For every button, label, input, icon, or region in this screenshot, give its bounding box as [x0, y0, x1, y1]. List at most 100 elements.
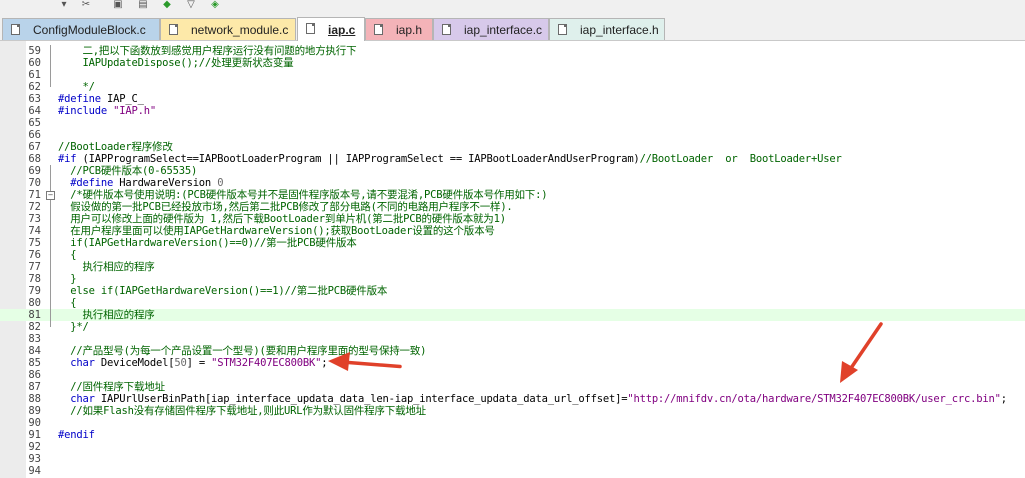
code-editor[interactable]: 59 二,把以下函数放到感觉用户程序运行没有问题的地方执行下 60 IAPUpda… [0, 41, 1025, 478]
code-line[interactable]: 81 执行相应的程序 [0, 309, 1025, 321]
line-number: 94 [28, 465, 41, 477]
code-line[interactable]: 70 #define HardwareVersion 0 [0, 177, 1025, 189]
code-line[interactable]: 92 [0, 441, 1025, 453]
code-line[interactable]: 80 { [0, 297, 1025, 309]
code-line[interactable]: 82 }*/ [0, 321, 1025, 333]
line-number: 84 [28, 345, 41, 357]
line-number: 77 [28, 261, 41, 273]
line-number: 88 [28, 393, 41, 405]
code-line[interactable]: 64 #include "IAP.h" [0, 105, 1025, 117]
code-text: 执行相应的程序 [58, 261, 154, 273]
line-number: 83 [28, 333, 41, 345]
code-line[interactable]: 67 //BootLoader程序修改 [0, 141, 1025, 153]
code-text: 用户可以修改上面的硬件版为 1,然后下载BootLoader到单片机(第二批PC… [58, 213, 506, 225]
line-number: 66 [28, 129, 41, 141]
line-number: 65 [28, 117, 41, 129]
code-line[interactable]: 93 [0, 453, 1025, 465]
filter-icon[interactable]: ▽ [185, 0, 197, 10]
code-line[interactable]: 63 #define IAP_C_ [0, 93, 1025, 105]
file-icon [169, 24, 178, 35]
tab-iap-c[interactable]: iap.c [297, 17, 365, 41]
code-token: #include [58, 105, 107, 117]
line-number: 74 [28, 225, 41, 237]
code-line[interactable]: 59 二,把以下函数放到感觉用户程序运行没有问题的地方执行下 [0, 45, 1025, 57]
code-line[interactable]: 71 /*硬件版本号使用说明:(PCB硬件版本号并不是固件程序版本号,请不要混淆… [0, 189, 1025, 201]
tab-label: ConfigModuleBlock.c [33, 23, 146, 37]
tab-label: iap_interface.c [464, 23, 543, 37]
line-number: 63 [28, 93, 41, 105]
code-line[interactable]: 68 #if (IAPProgramSelect==IAPBootLoaderPr… [0, 153, 1025, 165]
code-token: { [58, 297, 77, 309]
code-text: 执行相应的程序 [58, 309, 154, 321]
code-token: //固件程序下载地址 [58, 381, 165, 393]
code-text: //如果Flash没有存储固件程序下载地址,则此URL作为默认固件程序下载地址 [58, 405, 426, 417]
code-line[interactable]: 89 //如果Flash没有存储固件程序下载地址,则此URL作为默认固件程序下载… [0, 405, 1025, 417]
code-text: IAPUpdateDispose();//处理更新状态变量 [58, 57, 293, 69]
code-text: #define IAP_C_ [58, 93, 144, 105]
code-line[interactable]: 87 //固件程序下载地址 [0, 381, 1025, 393]
code-token: /*硬件版本号使用说明:(PCB硬件版本号并不是固件程序版本号,请不要混淆,PC… [58, 189, 548, 201]
dropdown-icon[interactable]: ▾ [58, 0, 70, 10]
code-token: IAPUrlUserBinPath[iap_interface_updata_d… [94, 393, 628, 405]
component-icon[interactable]: ◈ [209, 0, 221, 10]
fold-range [50, 45, 51, 87]
code-token: //产品型号(为每一个产品设置一个型号)(要和用户程序里面的型号保持一致) [58, 345, 427, 357]
code-text: #endif [58, 429, 95, 441]
tab-network-module-c[interactable]: network_module.c [160, 18, 296, 40]
code-text: /*硬件版本号使用说明:(PCB硬件版本号并不是固件程序版本号,请不要混淆,PC… [58, 189, 547, 201]
code-line[interactable]: 88 char IAPUrlUserBinPath[iap_interface_… [0, 393, 1025, 405]
code-line[interactable]: 69 //PCB硬件版本(0-65535) [0, 165, 1025, 177]
code-token: 0 [217, 177, 224, 189]
code-text: if(IAPGetHardwareVersion()==0)//第一批PCB硬件… [58, 237, 357, 249]
code-line[interactable]: 86 [0, 369, 1025, 381]
code-line[interactable]: 90 [0, 417, 1025, 429]
code-text: 在用户程序里面可以使用IAPGetHardwareVersion();获取Boo… [58, 225, 495, 237]
toolbar: ▾ ✂ ▣ ▤ ◆ ▽ ◈ [0, 0, 1025, 14]
code-line[interactable]: 61 [0, 69, 1025, 81]
tab-label: iap_interface.h [580, 23, 659, 37]
tab-iap-interface-c[interactable]: iap_interface.c [433, 18, 549, 40]
line-number: 87 [28, 381, 41, 393]
line-number: 68 [28, 153, 41, 165]
code-text: //BootLoader程序修改 [58, 141, 173, 153]
code-text: { [58, 297, 76, 309]
code-line[interactable]: 76 { [0, 249, 1025, 261]
tab-configmoduleblock-c[interactable]: ConfigModuleBlock.c [2, 18, 160, 40]
code-token: ; [1000, 393, 1007, 405]
code-token: if(IAPGetHardwareVersion()==0)//第一批PCB硬件… [58, 237, 357, 249]
line-number: 64 [28, 105, 41, 117]
diamond-download-icon[interactable]: ◆ [161, 0, 173, 10]
code-token: "STM32F407EC800BK" [211, 357, 322, 369]
code-line[interactable]: 65 [0, 117, 1025, 129]
tab-iap-interface-h[interactable]: iap_interface.h [549, 18, 665, 40]
window-icon[interactable]: ▣ [112, 0, 124, 10]
code-token: (IAPProgramSelect==IAPBootLoaderProgram … [76, 153, 640, 165]
code-text: char IAPUrlUserBinPath[iap_interface_upd… [58, 393, 1007, 405]
fold-toggle-icon[interactable]: − [46, 191, 55, 200]
code-line[interactable]: 60 IAPUpdateDispose();//处理更新状态变量 [0, 57, 1025, 69]
code-line[interactable]: 94 [0, 465, 1025, 477]
code-line[interactable]: 72 假设做的第一批PCB已经投放市场,然后第二批PCB修改了部分电路(不同的电… [0, 201, 1025, 213]
code-line[interactable]: 62 */ [0, 81, 1025, 93]
code-line[interactable]: 78 } [0, 273, 1025, 285]
code-line[interactable]: 91 #endif [0, 429, 1025, 441]
code-line[interactable]: 77 执行相应的程序 [0, 261, 1025, 273]
code-line[interactable]: 73 用户可以修改上面的硬件版为 1,然后下载BootLoader到单片机(第二… [0, 213, 1025, 225]
code-line[interactable]: 85 char DeviceModel[50] = "STM32F407EC80… [0, 357, 1025, 369]
tab-iap-h[interactable]: iap.h [365, 18, 433, 40]
code-text: else if(IAPGetHardwareVersion()==1)//第二批… [58, 285, 387, 297]
code-line[interactable]: 79 else if(IAPGetHardwareVersion()==1)//… [0, 285, 1025, 297]
wrench-icon[interactable]: ✂ [80, 0, 92, 10]
code-token: char [70, 357, 95, 369]
code-token: #endif [58, 429, 95, 441]
code-line[interactable]: 83 [0, 333, 1025, 345]
code-line[interactable]: 74 在用户程序里面可以使用IAPGetHardwareVersion();获取… [0, 225, 1025, 237]
line-number: 82 [28, 321, 41, 333]
window-stack-icon[interactable]: ▤ [137, 0, 149, 10]
tab-label: iap.c [328, 23, 356, 37]
code-line[interactable]: 66 [0, 129, 1025, 141]
code-line[interactable]: 84 //产品型号(为每一个产品设置一个型号)(要和用户程序里面的型号保持一致) [0, 345, 1025, 357]
code-line[interactable]: 75 if(IAPGetHardwareVersion()==0)//第一批PC… [0, 237, 1025, 249]
file-icon [11, 24, 20, 35]
